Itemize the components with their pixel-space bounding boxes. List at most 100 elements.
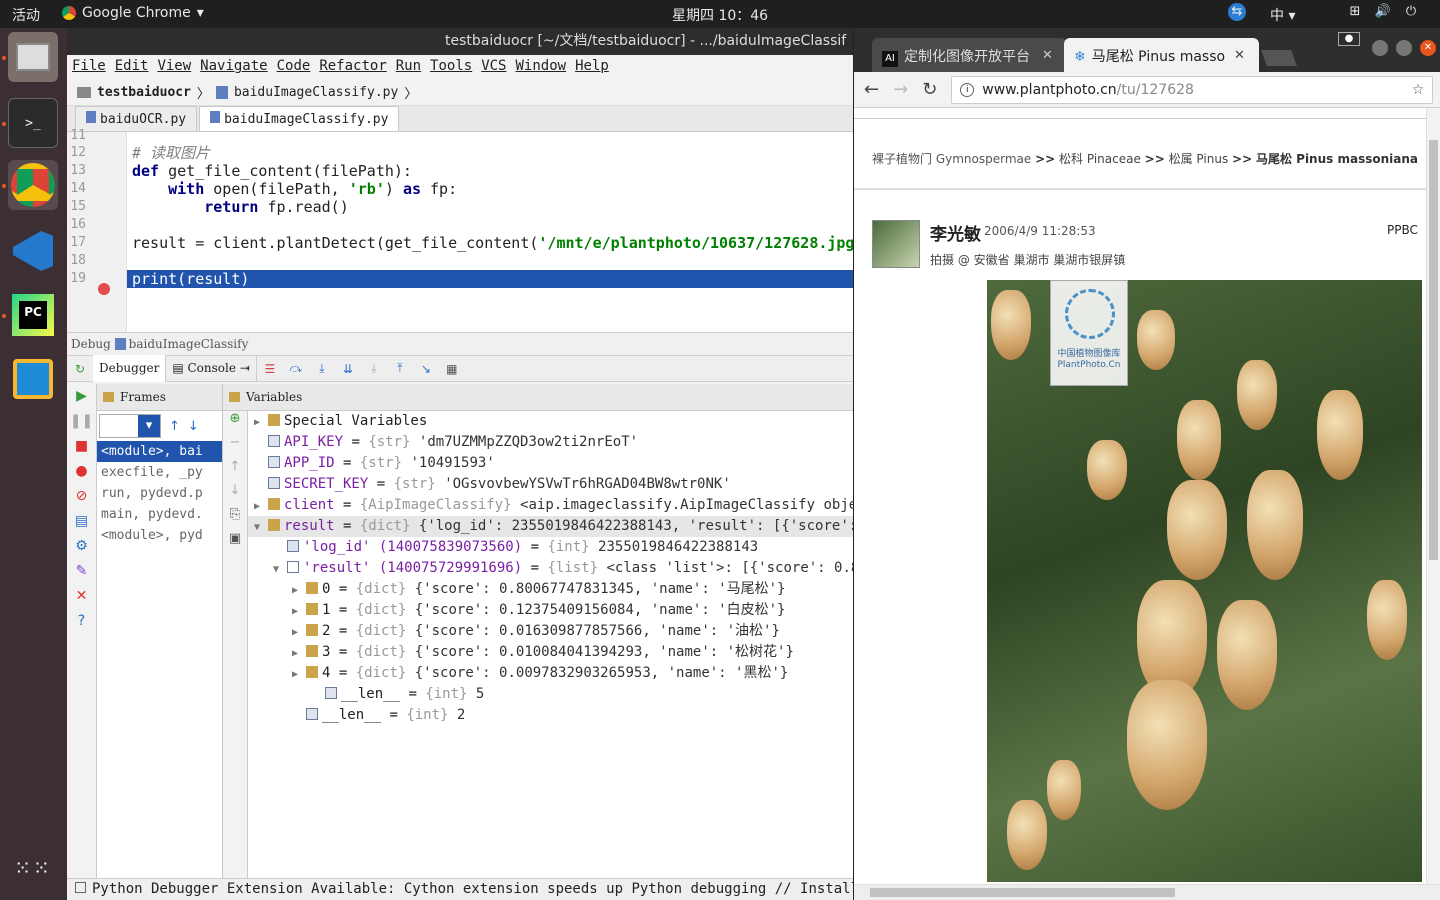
sync-icon[interactable]: ⇆ (1228, 3, 1246, 21)
remove-watch-icon[interactable]: − (223, 435, 247, 459)
breadcrumb-project[interactable]: testbaiduocr (97, 85, 191, 100)
menu-help[interactable]: Help (574, 55, 617, 79)
system-tray[interactable]: ⇆ ⊞ 🔊 ⏻ (1228, 3, 1420, 21)
close-button[interactable]: ✕ (1420, 40, 1436, 56)
stop-icon[interactable]: ■ (67, 434, 96, 459)
power-icon[interactable]: ⏻ (1402, 3, 1420, 21)
breakpoint-icon[interactable] (98, 283, 110, 295)
forward-icon[interactable]: → (893, 79, 908, 100)
terminal-launcher[interactable]: >_ (8, 98, 58, 148)
rerun-icon[interactable]: ↻ (71, 360, 89, 378)
step-out-icon[interactable]: ⤒ (391, 360, 409, 378)
view-breakpoints-icon[interactable]: ● (67, 459, 96, 484)
collapsed-arrow-icon[interactable]: ▶ (292, 622, 306, 642)
variable-row[interactable]: ▼ result = {dict} {'log_id': 235501984642… (248, 516, 853, 537)
virtualbox-launcher[interactable] (8, 354, 58, 404)
variable-row[interactable]: ▶ 0 = {dict} {'score': 0.80067747831345, … (248, 579, 853, 600)
collapsed-arrow-icon[interactable]: ▶ (292, 643, 306, 663)
menu-window[interactable]: Window (515, 55, 575, 79)
maximize-button[interactable] (1396, 40, 1412, 56)
collapsed-arrow-icon[interactable]: ▶ (292, 664, 306, 684)
menu-navigate[interactable]: Navigate (199, 55, 275, 79)
variable-row[interactable]: ▶ 4 = {dict} {'score': 0.0097832903265953… (248, 663, 853, 684)
evaluate-expression-icon[interactable]: ▦ (443, 360, 461, 378)
collapsed-arrow-icon[interactable]: ▶ (254, 412, 268, 432)
avatar[interactable] (872, 220, 920, 268)
app-menu[interactable]: Google Chrome ▾ (62, 5, 204, 21)
minimize-button[interactable] (1372, 40, 1388, 56)
debug-config-name[interactable]: baiduImageClassify (129, 337, 249, 351)
help-icon[interactable]: ? (67, 609, 96, 634)
step-into-icon[interactable]: ⤓ (313, 360, 331, 378)
move-up-icon[interactable]: ↑ (223, 459, 247, 483)
tab-baiduimageclassify[interactable]: baiduImageClassify.py (199, 106, 400, 131)
run-to-cursor-icon[interactable]: ↘ (417, 360, 435, 378)
new-tab-button[interactable] (1261, 50, 1297, 66)
pause-icon[interactable]: ❚❚ (67, 409, 96, 434)
chrome-launcher[interactable] (8, 160, 58, 210)
show-apps-button[interactable]: ⁙⁙ (8, 843, 58, 893)
tab-close-icon[interactable]: ✕ (1042, 48, 1053, 63)
menu-view[interactable]: View (156, 55, 199, 79)
expanded-arrow-icon[interactable]: ▼ (273, 559, 287, 579)
reload-icon[interactable]: ↻ (922, 79, 937, 100)
variable-row[interactable]: __len__ = {int} 5 (248, 684, 853, 705)
menu-refactor[interactable]: Refactor (318, 55, 394, 79)
variable-row[interactable]: API_KEY = {str} 'dm7UZMMpZZQD3ow2ti2nrEo… (248, 432, 853, 453)
tab-baidu-ai[interactable]: AI 定制化图像开放平台 (872, 38, 1067, 72)
tab-plantphoto[interactable]: ❄ 马尾松 Pinus masso (1064, 38, 1259, 72)
variables-tree[interactable]: ▶ Special Variables API_KEY = {str} 'dm7UZ… (248, 411, 853, 878)
code-editor[interactable]: 11 12 13 14 15 16 17 18 19 # 读取图片 def ge… (67, 129, 853, 332)
address-bar[interactable]: i www.plantphoto.cn/tu/127628 ☆ (951, 75, 1434, 104)
activities-button[interactable]: 活动 (12, 5, 40, 25)
tab-baiduocr[interactable]: baiduOCR.py (75, 106, 198, 131)
variable-row[interactable]: __len__ = {int} 2 (248, 705, 853, 726)
menu-vcs[interactable]: VCS (480, 55, 514, 79)
resume-icon[interactable]: ▶ (67, 384, 96, 409)
variable-row[interactable]: 'log_id' (140075839073560) = {int} 23550… (248, 537, 853, 558)
horizontal-scrollbar[interactable] (854, 884, 1440, 900)
breadcrumb-link[interactable]: 裸子植物门 Gymnospermae (872, 152, 1031, 166)
variable-row[interactable]: ▶ client = {AipImageClassify} <aip.imagec… (248, 495, 853, 516)
pycharm-launcher[interactable]: PC (8, 290, 58, 340)
menu-run[interactable]: Run (395, 55, 429, 79)
variable-row[interactable]: SECRET_KEY = {str} 'OGsvovbewYSVwTr6hRGA… (248, 474, 853, 495)
status-text[interactable]: Python Debugger Extension Available: Cyt… (92, 881, 853, 897)
plant-photo[interactable]: 中国植物图像库 PlantPhoto.Cn (987, 280, 1422, 882)
thread-selector[interactable]: ▾ (99, 414, 161, 438)
copy-icon[interactable]: ⎘ (223, 507, 247, 531)
variable-row[interactable]: ▶ 1 = {dict} {'score': 0.12375409156084, … (248, 600, 853, 621)
tab-close-icon[interactable]: ✕ (1234, 48, 1245, 63)
settings-icon[interactable]: ⚙ (67, 534, 96, 559)
input-method[interactable]: 中 ▾ (1270, 5, 1295, 25)
code-area[interactable]: # 读取图片 def get_file_content(filePath): w… (127, 132, 853, 288)
collapsed-arrow-icon[interactable]: ▶ (292, 580, 306, 600)
layout-icon[interactable]: ▤ (67, 509, 96, 534)
breadcrumb-file[interactable]: baiduImageClassify.py (234, 85, 398, 100)
frame-item[interactable]: <module>, pyd (97, 525, 222, 546)
star-icon[interactable]: ☆ (1412, 82, 1425, 98)
tab-console[interactable]: ▤ Console ⇥ (166, 355, 257, 382)
frame-item[interactable]: execfile, _py (97, 462, 222, 483)
breadcrumb-link[interactable]: 松科 Pinaceae (1059, 152, 1141, 166)
move-down-icon[interactable]: ↓ (223, 483, 247, 507)
clock[interactable]: 星期四 10：46 (672, 5, 768, 25)
frame-item[interactable]: <module>, bai (97, 441, 222, 462)
network-icon[interactable]: ⊞ (1346, 3, 1364, 21)
files-launcher[interactable] (8, 32, 58, 82)
variable-row[interactable]: APP_ID = {str} '10491593' (248, 453, 853, 474)
frame-item[interactable]: main, pydevd. (97, 504, 222, 525)
watch-icon[interactable]: ▣ (223, 531, 247, 555)
tab-debugger[interactable]: Debugger (93, 355, 167, 382)
menu-code[interactable]: Code (276, 55, 319, 79)
arrow-up-icon[interactable]: ↑ (169, 419, 180, 434)
expanded-arrow-icon[interactable]: ▼ (254, 517, 268, 537)
variable-row[interactable]: ▶ 2 = {dict} {'score': 0.016309877857566,… (248, 621, 853, 642)
profile-icon[interactable]: ● (1338, 32, 1360, 46)
frame-item[interactable]: run, pydevd.p (97, 483, 222, 504)
menu-edit[interactable]: Edit (114, 55, 157, 79)
menu-tools[interactable]: Tools (429, 55, 480, 79)
collapsed-arrow-icon[interactable]: ▶ (254, 496, 268, 516)
back-icon[interactable]: ← (864, 79, 879, 100)
force-step-into-icon[interactable]: ⤓ (365, 360, 383, 378)
